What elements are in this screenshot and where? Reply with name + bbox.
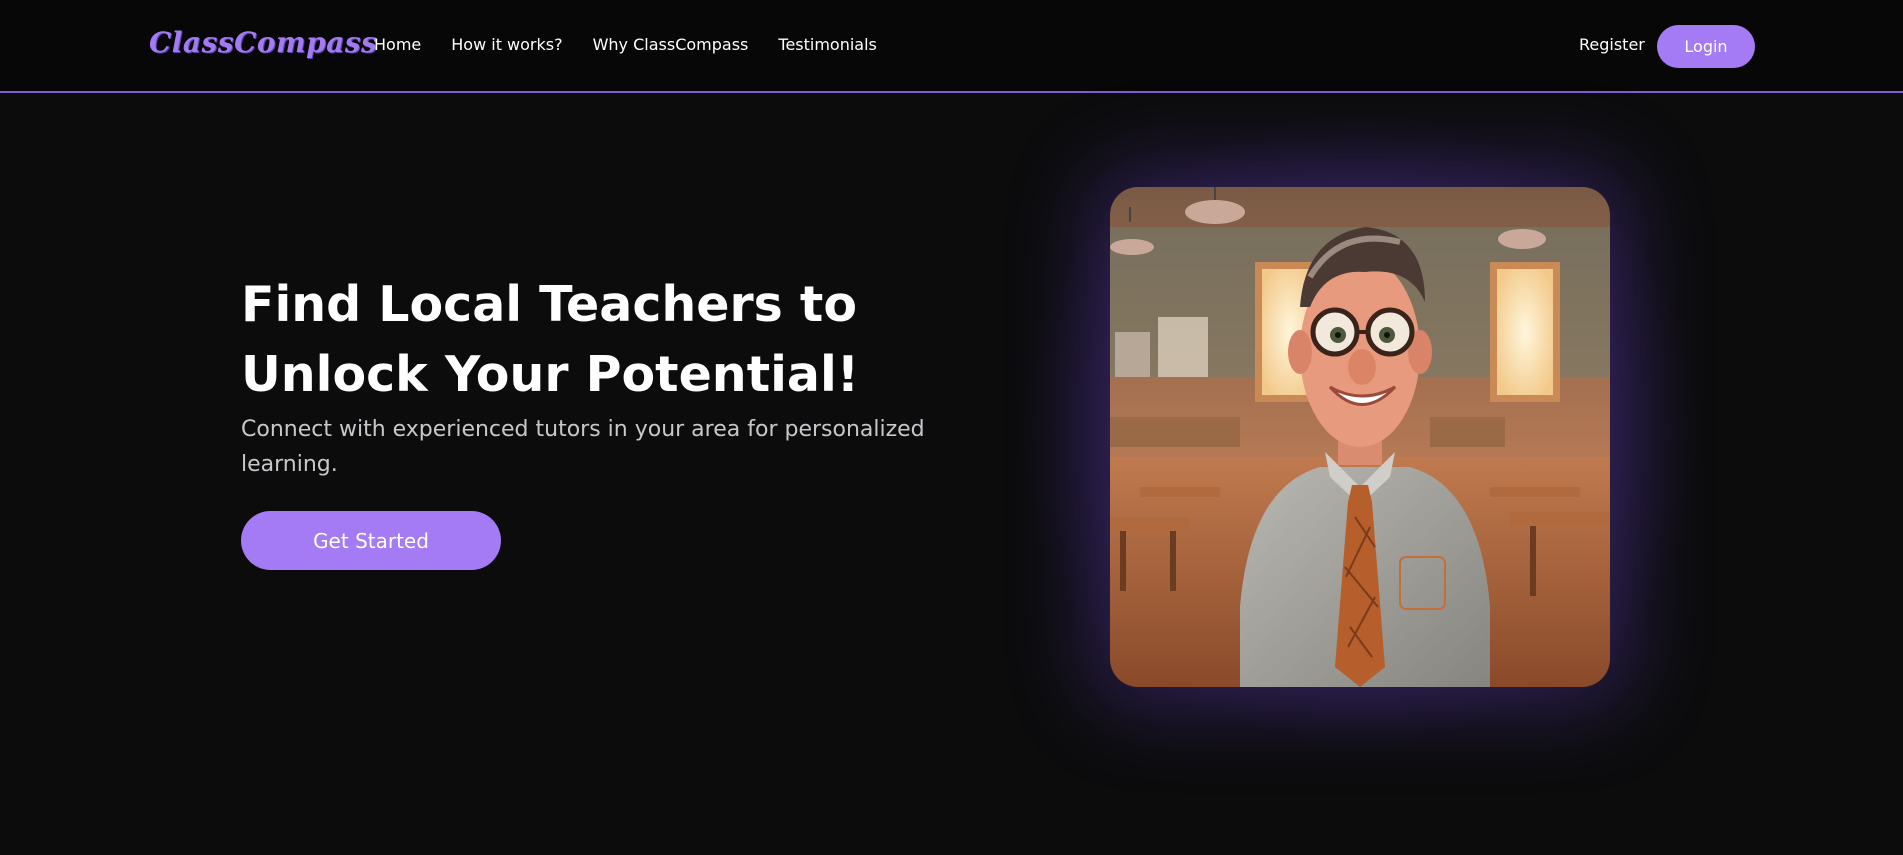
navbar: ClassCompass Home How it works? Why Clas…: [0, 0, 1903, 93]
get-started-button[interactable]: Get Started: [241, 511, 501, 570]
hero-subtitle: Connect with experienced tutors in your …: [241, 417, 925, 477]
login-button[interactable]: Login: [1657, 25, 1755, 68]
register-link[interactable]: Register: [1579, 35, 1645, 54]
hero-title: Find Local Teachers to Unlock Your Poten…: [241, 276, 860, 403]
nav-link-why-classcompass[interactable]: Why ClassCompass: [593, 35, 749, 54]
logo[interactable]: ClassCompass: [149, 26, 377, 59]
teacher-illustration: [1110, 187, 1610, 687]
nav-links: Home How it works? Why ClassCompass Test…: [374, 35, 877, 54]
nav-link-how-it-works[interactable]: How it works?: [451, 35, 562, 54]
nav-link-testimonials[interactable]: Testimonials: [778, 35, 877, 54]
nav-link-home[interactable]: Home: [374, 35, 421, 54]
